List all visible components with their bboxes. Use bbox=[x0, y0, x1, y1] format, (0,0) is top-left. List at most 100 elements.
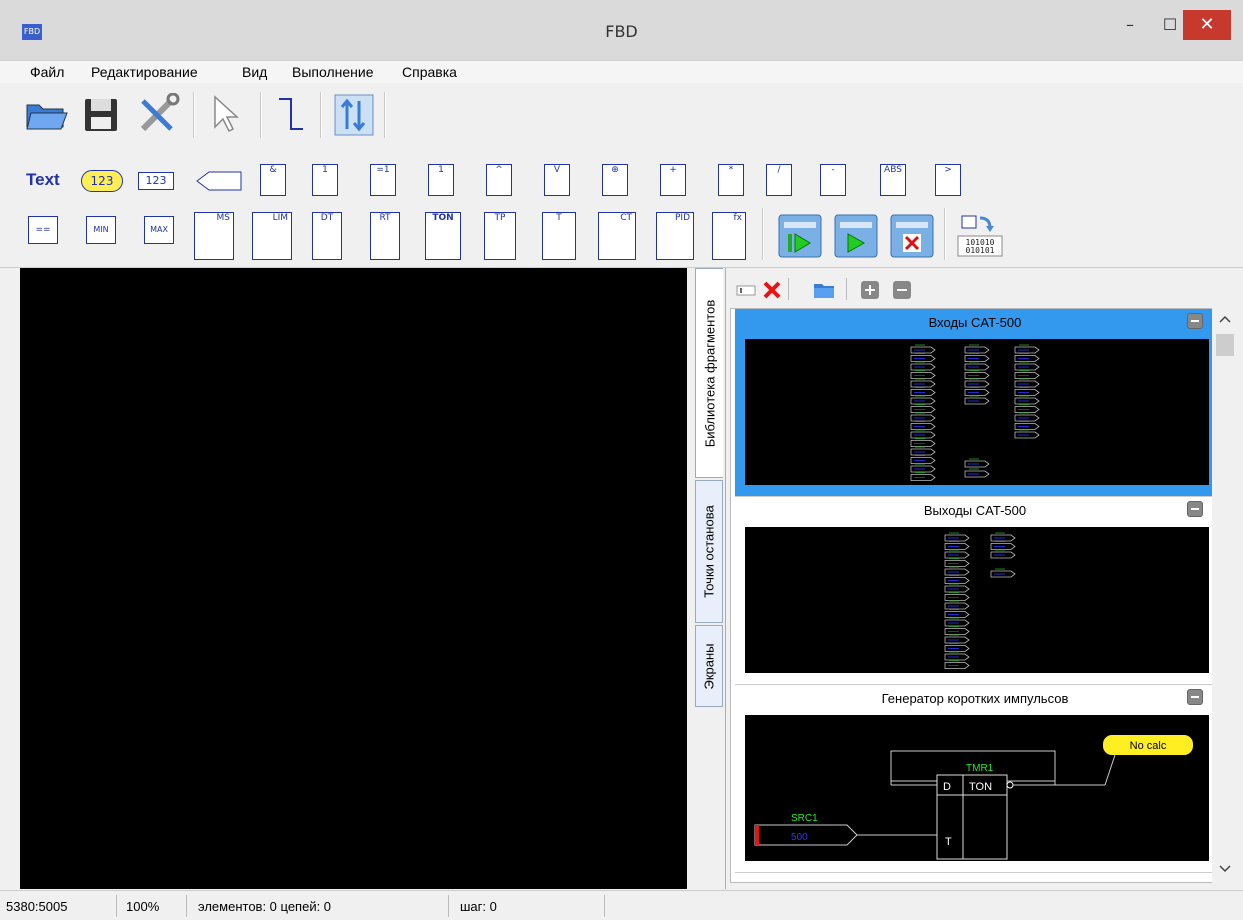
fragment-preview bbox=[745, 527, 1209, 673]
compile-button[interactable] bbox=[330, 92, 376, 136]
input-tool[interactable]: 123 bbox=[138, 172, 174, 190]
status-separator bbox=[186, 895, 187, 917]
status-bar: 5380:5005 100% элементов: 0 цепей: 0 шаг… bbox=[0, 890, 1243, 920]
wire-icon bbox=[279, 98, 303, 130]
pid-block-tool[interactable]: PID bbox=[656, 212, 694, 260]
or-block-tool[interactable]: 1 bbox=[312, 164, 338, 196]
menu-view[interactable]: Вид bbox=[242, 64, 267, 80]
toolbar-separator bbox=[762, 208, 764, 260]
lim-block-tool[interactable]: LIM bbox=[252, 212, 292, 260]
eq-block-tool[interactable]: == bbox=[28, 216, 58, 244]
library-panel: Входы CAT-500 Выходы CAT-500 Генератор к… bbox=[725, 268, 1243, 889]
counter-block-tool[interactable]: CT bbox=[598, 212, 636, 260]
compile-icon bbox=[334, 94, 374, 136]
rename-icon[interactable] bbox=[736, 282, 756, 298]
tab-label: Точки останова bbox=[701, 505, 717, 598]
output-tool[interactable] bbox=[195, 170, 243, 192]
open-button[interactable] bbox=[22, 92, 68, 132]
dtrigger-block-tool[interactable]: DT bbox=[312, 212, 342, 260]
menu-bar: Файл Редактирование Вид Выполнение Справ… bbox=[0, 61, 1243, 83]
collapse-button[interactable] bbox=[1187, 313, 1203, 329]
main-toolbar bbox=[0, 84, 1243, 148]
gt-block-tool[interactable]: > bbox=[935, 164, 961, 196]
max-block-tool[interactable]: MAX bbox=[144, 216, 174, 244]
min-block-tool[interactable]: MIN bbox=[86, 216, 116, 244]
settings-button[interactable] bbox=[134, 92, 182, 132]
binary-upload-button[interactable]: 101010010101 bbox=[954, 212, 1006, 258]
folder-icon[interactable] bbox=[812, 280, 836, 300]
and-block-tool[interactable]: & bbox=[260, 164, 286, 196]
status-separator bbox=[604, 895, 605, 917]
menu-run[interactable]: Выполнение bbox=[292, 64, 373, 80]
fragment-title: Выходы CAT-500 bbox=[923, 503, 1027, 518]
scroll-thumb[interactable] bbox=[1216, 334, 1234, 356]
wire-button[interactable] bbox=[270, 92, 310, 132]
text-tool[interactable]: Text bbox=[26, 170, 60, 190]
open-icon bbox=[26, 104, 68, 130]
abs-block-tool[interactable]: ABS bbox=[880, 164, 906, 196]
tab-label: Библиотека фрагментов bbox=[702, 299, 717, 447]
collapse-button[interactable] bbox=[1187, 689, 1203, 705]
title-bar: FBD FBD – ☐ ✕ bbox=[0, 0, 1243, 61]
constant-tool[interactable]: 123 bbox=[81, 170, 123, 192]
toolbar-separator bbox=[944, 208, 946, 260]
rs-block-tool[interactable]: RT bbox=[370, 212, 400, 260]
fragment-item[interactable]: Выходы CAT-500 bbox=[735, 497, 1213, 685]
toolbar-separator bbox=[384, 92, 386, 138]
generator-block-tool[interactable]: T bbox=[542, 212, 576, 260]
expand-all-icon[interactable] bbox=[860, 280, 880, 300]
fragment-scrollbar[interactable] bbox=[1212, 308, 1238, 883]
stop-button[interactable] bbox=[890, 214, 934, 258]
run-button[interactable] bbox=[834, 214, 878, 258]
pin-t-label: T bbox=[945, 836, 952, 848]
zoom-level: 100% bbox=[126, 899, 160, 914]
tab-fragment-library[interactable]: Библиотека фрагментов bbox=[695, 268, 723, 478]
delete-icon[interactable] bbox=[762, 280, 782, 300]
menu-file[interactable]: Файл bbox=[30, 64, 64, 80]
tp-block-tool[interactable]: TP bbox=[484, 212, 516, 260]
not-block-tool[interactable]: 1 bbox=[428, 164, 454, 196]
xor-sum-block-tool[interactable]: ⊕ bbox=[602, 164, 628, 196]
pulse-generator-diagram: TMR1 D T TON No calc SRC1 500 bbox=[754, 735, 1193, 860]
cursor-coords: 5380:5005 bbox=[6, 899, 68, 914]
tab-screens[interactable]: Экраны bbox=[695, 625, 723, 707]
toolbar-separator bbox=[788, 278, 789, 300]
fragment-item[interactable]: Генератор коротких импульсов TMR1 D T TO… bbox=[735, 685, 1213, 873]
save-icon bbox=[85, 99, 117, 131]
toolbar-separator bbox=[260, 92, 262, 138]
menu-edit[interactable]: Редактирование bbox=[91, 64, 198, 80]
toolbar-separator bbox=[846, 278, 847, 300]
fragment-item[interactable]: Входы CAT-500 bbox=[735, 309, 1213, 497]
collapse-button[interactable] bbox=[1187, 501, 1203, 517]
mul-block-tool[interactable]: * bbox=[718, 164, 744, 196]
svg-text:010101: 010101 bbox=[966, 246, 995, 255]
sub-block-tool[interactable]: - bbox=[820, 164, 846, 196]
save-button[interactable] bbox=[80, 92, 120, 132]
fbd-canvas[interactable] bbox=[20, 268, 687, 889]
run-fast-button[interactable] bbox=[778, 214, 822, 258]
pointer-icon bbox=[214, 95, 239, 133]
add-block-tool[interactable]: + bbox=[660, 164, 686, 196]
function-block-tool[interactable]: fx bbox=[712, 212, 746, 260]
mux-block-tool[interactable]: MS bbox=[194, 212, 234, 260]
status-separator bbox=[448, 895, 449, 917]
no-calc-label: No calc bbox=[1130, 740, 1167, 752]
root-block-tool[interactable]: V bbox=[544, 164, 570, 196]
side-tabs: Библиотека фрагментов Точки останова Экр… bbox=[695, 268, 725, 708]
minimize-button[interactable]: – bbox=[1108, 10, 1152, 40]
close-button[interactable]: ✕ bbox=[1183, 10, 1231, 40]
pointer-button[interactable] bbox=[204, 92, 248, 133]
element-count: элементов: 0 цепей: 0 bbox=[198, 899, 332, 914]
tab-breakpoints[interactable]: Точки останова bbox=[695, 480, 723, 623]
chevron-up-icon[interactable] bbox=[1218, 314, 1232, 324]
xor-block-tool[interactable]: =1 bbox=[370, 164, 396, 196]
ton-block-tool[interactable]: TON bbox=[425, 212, 461, 260]
chevron-down-icon[interactable] bbox=[1218, 864, 1232, 874]
tools-icon bbox=[140, 92, 180, 132]
collapse-all-icon[interactable] bbox=[892, 280, 912, 300]
window-title: FBD bbox=[605, 22, 638, 41]
menu-help[interactable]: Справка bbox=[402, 64, 457, 80]
pow-block-tool[interactable]: ^ bbox=[486, 164, 512, 196]
div-block-tool[interactable]: / bbox=[766, 164, 792, 196]
library-toolbar bbox=[726, 276, 1243, 304]
